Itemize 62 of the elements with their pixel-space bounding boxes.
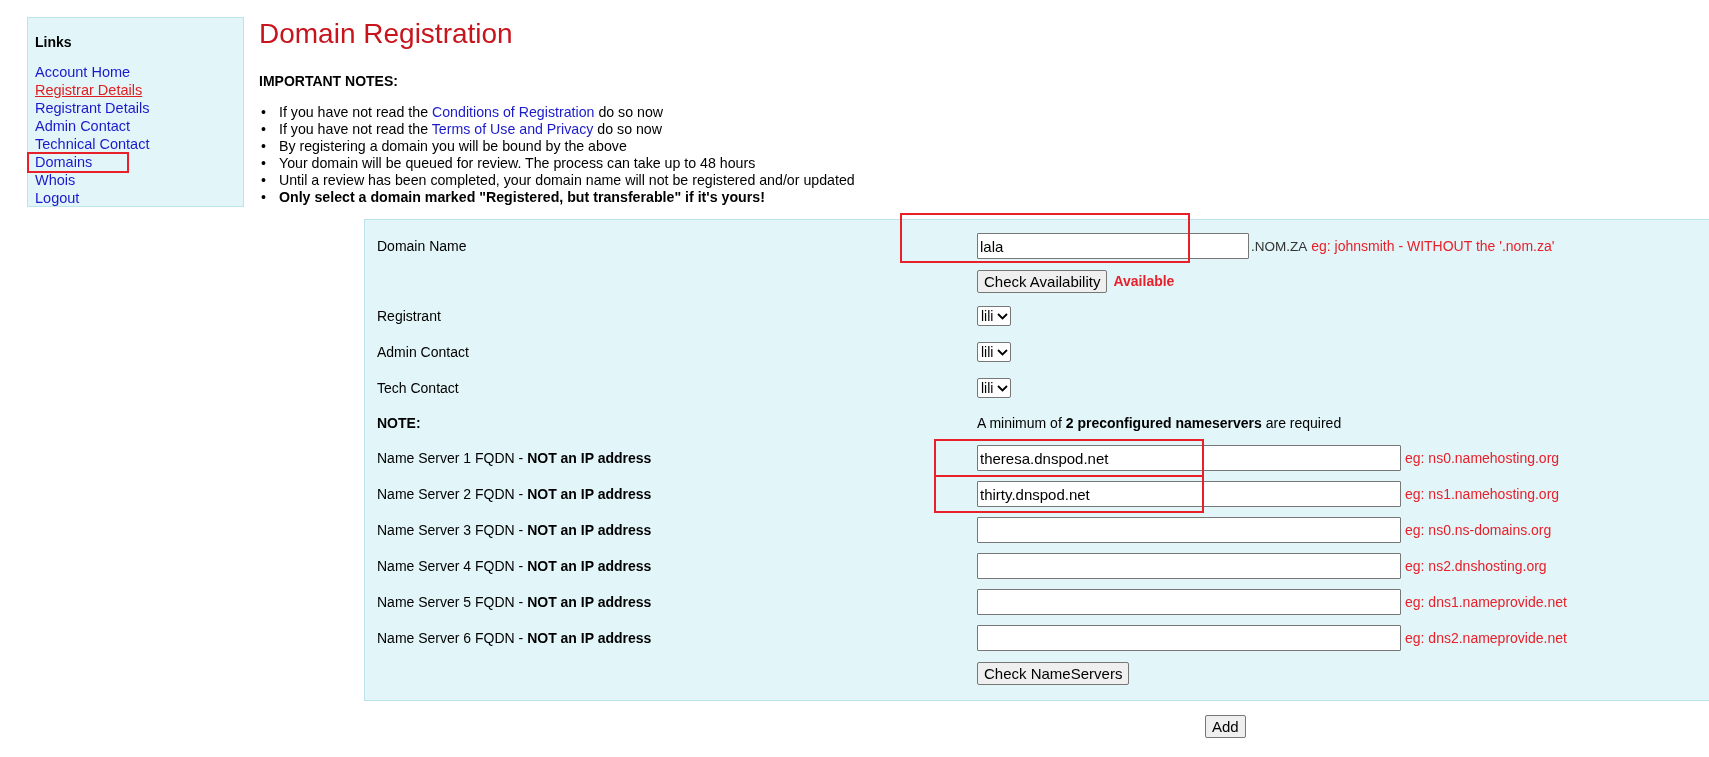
- note-item: Only select a domain marked "Registered, but transferable" if it's yours!: [278, 189, 765, 206]
- note-link[interactable]: Conditions of Registration: [432, 104, 595, 120]
- nameserver-input[interactable]: thirty.dnspod.net: [977, 481, 1401, 507]
- field-label: Name Server 5 FQDN - NOT an IP address: [377, 594, 652, 610]
- contact-select[interactable]: lili: [977, 378, 1012, 398]
- nameserver-input[interactable]: [977, 553, 1401, 579]
- note-link[interactable]: Terms of Use and Privacy: [431, 121, 594, 137]
- bullet: •: [261, 189, 266, 206]
- sidebar-link[interactable]: Domains: [35, 154, 93, 170]
- nameserver-input[interactable]: [977, 589, 1401, 615]
- bullet: •: [261, 138, 266, 155]
- nameserver-note: A minimum of 2 preconfigured nameservers are required: [977, 415, 1342, 431]
- page-title: Domain Registration: [259, 17, 514, 50]
- note-item: Until a review has been completed, your domain name will not be registered and/or updated: [278, 172, 855, 189]
- contact-select[interactable]: lili: [977, 342, 1012, 362]
- sidebar-link[interactable]: Registrant Details: [35, 100, 150, 116]
- bullet: •: [261, 155, 266, 172]
- sidebar-link[interactable]: Admin Contact: [35, 118, 131, 134]
- sidebar-link[interactable]: Whois: [35, 172, 76, 188]
- sidebar-link[interactable]: Registrar Details: [35, 82, 143, 98]
- nameserver-input[interactable]: [977, 625, 1401, 651]
- sidebar-link[interactable]: Logout: [35, 190, 80, 206]
- check-availability-button[interactable]: Check Availability: [977, 269, 1108, 293]
- sidebar-link[interactable]: Technical Contact: [35, 136, 150, 152]
- field-label: Name Server 3 FQDN - NOT an IP address: [377, 522, 652, 538]
- chevron-down-icon: [997, 384, 1009, 392]
- note-label: NOTE:: [377, 414, 422, 433]
- field-label: Name Server 1 FQDN - NOT an IP address: [377, 450, 652, 466]
- chevron-down-icon: [997, 312, 1009, 320]
- availability-status: Available: [1113, 273, 1175, 289]
- field-label: Domain Name: [377, 237, 468, 256]
- note-item: Your domain will be queued for review. The process can take up to 48 hours: [278, 155, 756, 172]
- bullet: •: [261, 104, 266, 121]
- hint-text: eg: ns1.namehosting.org: [1405, 486, 1560, 502]
- notes-heading: IMPORTANT NOTES:: [259, 73, 399, 89]
- field-label: Tech Contact: [377, 379, 460, 398]
- field-label: Name Server 2 FQDN - NOT an IP address: [377, 486, 652, 502]
- bullet: •: [261, 121, 266, 138]
- field-label: Name Server 6 FQDN - NOT an IP address: [377, 630, 652, 646]
- note-item: If you have not read the Conditions of Registration do so now: [278, 104, 664, 121]
- note-item: By registering a domain you will be bound by the above: [278, 138, 627, 155]
- hint-text: eg: dns1.nameprovide.net: [1405, 594, 1567, 610]
- note-item: If you have not read the Terms of Use and Privacy do so now: [278, 121, 662, 138]
- chevron-down-icon: [997, 348, 1009, 356]
- check-nameservers-button[interactable]: Check NameServers: [977, 661, 1130, 685]
- nameserver-input[interactable]: [977, 517, 1401, 543]
- field-label: Admin Contact: [377, 343, 470, 362]
- contact-select[interactable]: lili: [977, 306, 1012, 326]
- domain-suffix: .NOM.ZA: [1251, 238, 1308, 254]
- add-button[interactable]: Add: [1205, 715, 1246, 738]
- field-label: Registrant: [377, 307, 442, 326]
- field-label: Name Server 4 FQDN - NOT an IP address: [377, 558, 652, 574]
- hint-text: eg: dns2.nameprovide.net: [1405, 630, 1567, 646]
- nameserver-input[interactable]: theresa.dnspod.net: [977, 445, 1401, 471]
- sidebar-link[interactable]: Account Home: [35, 64, 131, 80]
- sidebar-title: Links: [35, 34, 73, 50]
- hint-text: eg: johnsmith - WITHOUT the '.nom.za': [1311, 238, 1555, 254]
- hint-text: eg: ns0.namehosting.org: [1405, 450, 1560, 466]
- hint-text: eg: ns0.ns-domains.org: [1405, 522, 1552, 538]
- domain-name-input[interactable]: lala: [977, 233, 1249, 259]
- hint-text: eg: ns2.dnshosting.org: [1405, 558, 1547, 574]
- bullet: •: [261, 172, 266, 189]
